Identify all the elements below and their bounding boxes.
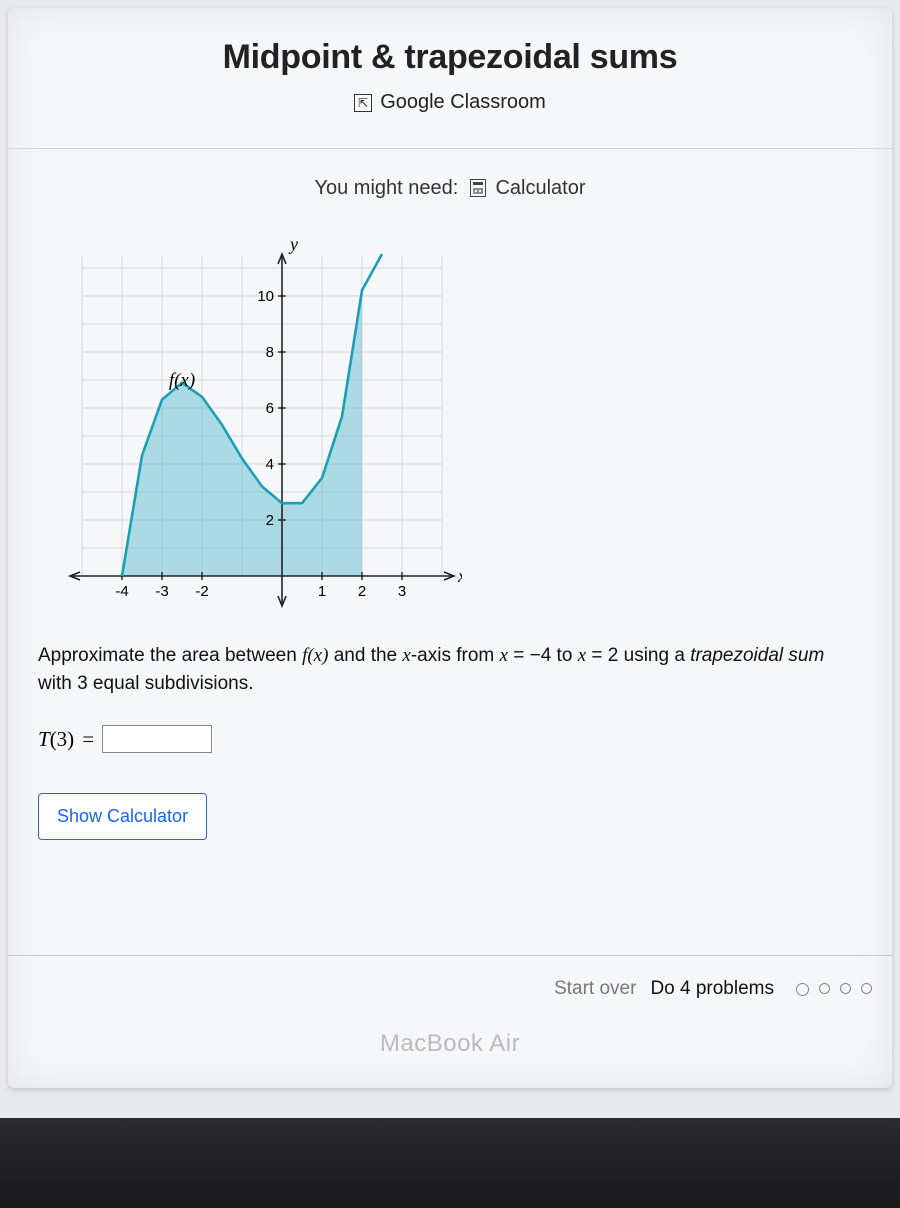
classroom-icon: ⇱ [354, 94, 372, 112]
ytick: 2 [266, 512, 274, 529]
answer-n: (3) [50, 727, 75, 751]
xtick: -4 [115, 583, 128, 600]
need-tool: Calculator [495, 177, 585, 199]
calculator-icon [470, 179, 486, 197]
equals-sign: = [82, 727, 94, 752]
classroom-label: Google Classroom [380, 91, 546, 114]
answer-row: T(3) = [38, 725, 862, 753]
answer-input[interactable] [102, 725, 212, 753]
xtick: -2 [195, 583, 208, 600]
progress-dot [796, 983, 809, 996]
xtick: 3 [398, 583, 406, 600]
page-title: Midpoint & trapezoidal sums [38, 38, 862, 77]
you-might-need-row: You might need: Calculator [38, 149, 862, 236]
function-label: f(x) [169, 370, 195, 391]
xtick: 2 [358, 583, 366, 600]
progress-dots [796, 983, 872, 996]
question-text: Approximate the area between f(x) and th… [38, 642, 862, 697]
show-calculator-button[interactable]: Show Calculator [38, 793, 207, 840]
ytick: 6 [266, 400, 274, 417]
google-classroom-link[interactable]: ⇱ Google Classroom [38, 91, 862, 114]
xtick: 1 [318, 583, 326, 600]
x-axis-label: x [457, 566, 462, 586]
start-over-link[interactable]: Start over [554, 978, 636, 1000]
need-prefix: You might need: [315, 177, 459, 199]
answer-T: T [38, 727, 50, 751]
device-label: MacBook Air [8, 1030, 892, 1058]
progress-dot [840, 983, 851, 994]
progress-dot [861, 983, 872, 994]
y-axis-label: y [288, 236, 298, 254]
ytick: 10 [257, 288, 274, 305]
ytick: 4 [266, 456, 274, 473]
xtick: -3 [155, 583, 168, 600]
progress-dot [819, 983, 830, 994]
do-problems-label: Do 4 problems [650, 978, 774, 1000]
ytick: 8 [266, 344, 274, 361]
function-graph: y x f(x) -4 -3 -2 1 2 3 2 4 6 8 10 [42, 236, 462, 616]
laptop-bezel [0, 1118, 900, 1208]
